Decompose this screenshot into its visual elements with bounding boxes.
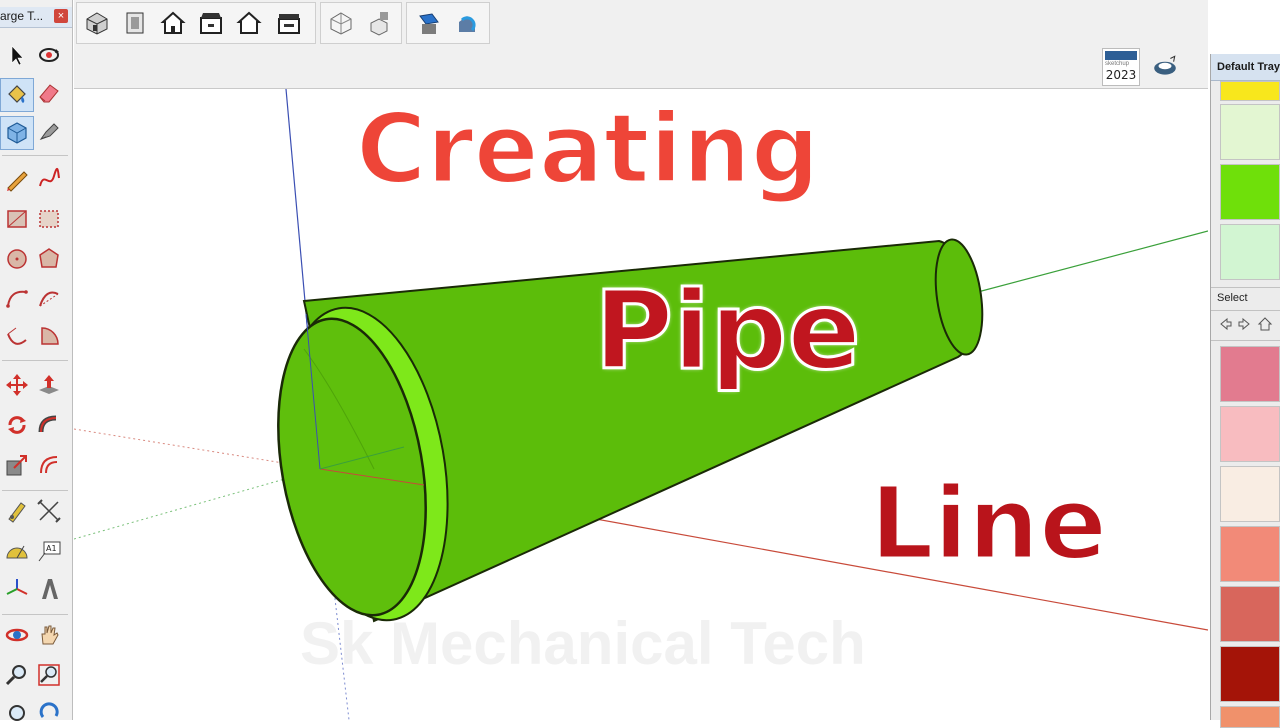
- material-swatch[interactable]: [1220, 586, 1280, 642]
- title-word-creating: Creating: [355, 92, 822, 207]
- zoom-icon[interactable]: [2, 660, 32, 690]
- front-view-icon[interactable]: [157, 7, 189, 39]
- protractor-icon[interactable]: [2, 536, 32, 566]
- rotated-rectangle-icon[interactable]: [34, 204, 64, 234]
- home-icon[interactable]: [1257, 316, 1273, 332]
- toolbar-title: arge T...: [0, 9, 44, 23]
- default-tray: Default Tray Select: [1210, 54, 1280, 728]
- material-swatch[interactable]: [1220, 346, 1280, 402]
- text-icon[interactable]: A1: [34, 536, 64, 566]
- svg-text:A1: A1: [46, 544, 57, 553]
- toolbar-separator: [2, 155, 68, 156]
- 3d-viewport[interactable]: Sk Mechanical Tech Creating Pipe Line: [74, 89, 1208, 720]
- three-point-arc-icon[interactable]: [2, 322, 32, 352]
- tape-measure-icon[interactable]: [34, 116, 64, 146]
- toolbar-separator: [2, 490, 68, 491]
- material-swatch[interactable]: [1220, 706, 1280, 728]
- toolbar-separator: [2, 614, 68, 615]
- tray-title: Default Tray: [1217, 61, 1280, 73]
- move-icon[interactable]: [2, 370, 32, 400]
- scale-icon[interactable]: [2, 450, 32, 480]
- material-swatch[interactable]: [1220, 81, 1280, 101]
- top-toolbar: sketchup 2023: [74, 0, 1208, 89]
- tray-divider: [1211, 287, 1280, 288]
- green-axis: [973, 230, 1208, 294]
- arc-icon[interactable]: [2, 284, 32, 314]
- previous-view-icon[interactable]: [34, 698, 64, 728]
- make-component-icon[interactable]: [0, 116, 34, 150]
- material-swatch[interactable]: [1220, 406, 1280, 462]
- rotate-icon[interactable]: [2, 410, 32, 440]
- zoom-window-icon[interactable]: [34, 660, 64, 690]
- select-tool-icon[interactable]: [2, 40, 32, 70]
- offset-icon[interactable]: [34, 450, 64, 480]
- large-tool-set-toolbar: arge T... × A1: [0, 0, 73, 721]
- back-edges-icon[interactable]: [363, 7, 395, 39]
- material-swatch[interactable]: [1220, 164, 1280, 220]
- top-view-icon[interactable]: [119, 7, 151, 39]
- left-view-icon[interactable]: [273, 7, 305, 39]
- freehand-icon[interactable]: [34, 164, 64, 194]
- close-icon[interactable]: ×: [54, 9, 68, 23]
- paint-bucket-icon[interactable]: [0, 78, 34, 112]
- polygon-icon[interactable]: [34, 244, 64, 274]
- tray-divider: [1211, 310, 1280, 311]
- section-plane-icon[interactable]: [413, 7, 445, 39]
- material-swatch[interactable]: [1220, 104, 1280, 160]
- right-view-icon[interactable]: [195, 7, 227, 39]
- sketchup-version-badge[interactable]: sketchup 2023: [1102, 48, 1140, 86]
- title-word-line: Line: [868, 464, 1108, 584]
- styles-toolbar: [320, 2, 402, 44]
- pencil-line-icon[interactable]: [2, 164, 32, 194]
- tray-divider: [1211, 340, 1280, 341]
- material-swatch[interactable]: [1220, 526, 1280, 582]
- follow-me-icon[interactable]: [34, 410, 64, 440]
- orbit-tool-icon[interactable]: [34, 40, 64, 70]
- dimension-icon[interactable]: [34, 496, 64, 526]
- forward-arrow-icon[interactable]: [1237, 316, 1253, 332]
- rectangle-icon[interactable]: [2, 204, 32, 234]
- toolbar-title-bar[interactable]: arge T... ×: [0, 7, 72, 28]
- pan-icon[interactable]: [34, 620, 64, 650]
- eraser-icon[interactable]: [34, 78, 64, 108]
- title-word-pipe: Pipe: [593, 268, 863, 396]
- circle-icon[interactable]: [2, 244, 32, 274]
- material-swatch[interactable]: [1220, 646, 1280, 702]
- back-view-icon[interactable]: [233, 7, 265, 39]
- two-point-arc-icon[interactable]: [34, 284, 64, 314]
- 3d-text-icon[interactable]: [34, 574, 64, 604]
- extension-warehouse-icon[interactable]: [1148, 50, 1182, 82]
- version-badge-caption: sketchup: [1105, 61, 1130, 67]
- material-swatch[interactable]: [1220, 466, 1280, 522]
- zoom-extents-icon[interactable]: [2, 698, 32, 728]
- tray-title-bar[interactable]: Default Tray: [1211, 54, 1280, 81]
- iso-view-icon[interactable]: [81, 7, 113, 39]
- 3d-warehouse-icon[interactable]: [451, 7, 483, 39]
- orbit-nav-icon[interactable]: [2, 620, 32, 650]
- tape-measure-tool-icon[interactable]: [2, 496, 32, 526]
- version-badge-label: 2023: [1105, 68, 1137, 82]
- back-arrow-icon[interactable]: [1217, 316, 1233, 332]
- select-tab-label[interactable]: Select: [1217, 292, 1248, 304]
- material-swatch[interactable]: [1220, 224, 1280, 280]
- watermark: Sk Mechanical Tech: [300, 610, 866, 677]
- views-toolbar: [76, 2, 316, 44]
- axes-icon[interactable]: [2, 574, 32, 604]
- push-pull-icon[interactable]: [34, 370, 64, 400]
- toolbar-separator: [2, 360, 68, 361]
- xray-icon[interactable]: [325, 7, 357, 39]
- pie-icon[interactable]: [34, 322, 64, 352]
- warehouse-toolbar: [406, 2, 490, 44]
